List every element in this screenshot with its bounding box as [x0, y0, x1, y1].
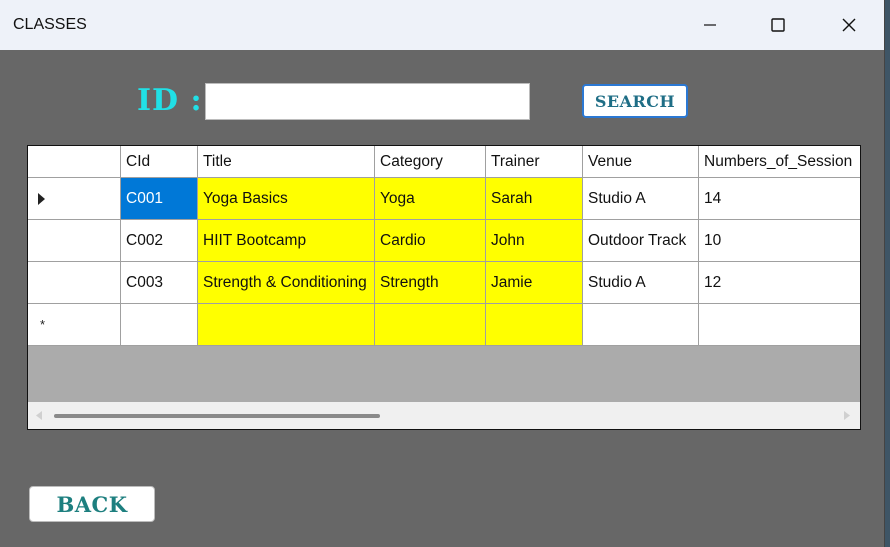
scroll-right-icon — [844, 411, 850, 420]
table-cell[interactable]: Yoga Basics — [198, 178, 375, 220]
grid-corner-header — [28, 146, 121, 178]
new-row-cell[interactable] — [486, 304, 583, 346]
classes-window: CLASSES ID : SEARCH CId Title Category Trai… — [0, 0, 885, 547]
row-header[interactable] — [28, 262, 121, 304]
title-bar: CLASSES — [0, 0, 884, 50]
table-cell[interactable]: C002 — [121, 220, 198, 262]
new-row-cell[interactable] — [699, 304, 860, 346]
new-row-cell[interactable] — [583, 304, 699, 346]
id-search-input[interactable] — [205, 83, 530, 120]
classes-data-grid[interactable]: CId Title Category Trainer Venue Numbers_of_S… — [27, 145, 861, 430]
window-title: CLASSES — [13, 16, 87, 33]
close-icon — [842, 18, 856, 32]
column-header-trainer[interactable]: Trainer — [486, 146, 583, 178]
maximize-icon — [771, 18, 785, 32]
table-cell[interactable]: Studio A — [583, 178, 699, 220]
table-cell[interactable]: C001 — [121, 178, 198, 220]
minimize-button[interactable] — [680, 0, 740, 50]
table-cell[interactable]: C003 — [121, 262, 198, 304]
horizontal-scrollbar[interactable] — [28, 402, 860, 429]
table-cell[interactable]: Strength — [375, 262, 486, 304]
new-row-header[interactable]: * — [28, 304, 121, 346]
current-row-arrow-icon — [38, 192, 45, 205]
table-cell[interactable]: Sarah — [486, 178, 583, 220]
maximize-button[interactable] — [748, 0, 808, 50]
scroll-left-icon — [36, 411, 42, 420]
column-header-category[interactable]: Category — [375, 146, 486, 178]
new-row-cell[interactable] — [198, 304, 375, 346]
table-cell[interactable]: 12 — [699, 262, 860, 304]
table-cell[interactable]: John — [486, 220, 583, 262]
back-button[interactable]: BACK — [29, 486, 155, 522]
table-cell[interactable]: Jamie — [486, 262, 583, 304]
table-cell[interactable]: HIIT Bootcamp — [198, 220, 375, 262]
row-header[interactable] — [28, 178, 121, 220]
column-header-numbers_of_session[interactable]: Numbers_of_Session — [699, 146, 860, 178]
scrollbar-thumb[interactable] — [54, 414, 380, 418]
table-cell[interactable]: Studio A — [583, 262, 699, 304]
table-cell[interactable]: Cardio — [375, 220, 486, 262]
row-header[interactable] — [28, 220, 121, 262]
column-header-cid[interactable]: CId — [121, 146, 198, 178]
column-header-title[interactable]: Title — [198, 146, 375, 178]
search-button[interactable]: SEARCH — [582, 84, 688, 118]
new-row-marker: * — [40, 317, 46, 332]
new-row-cell[interactable] — [121, 304, 198, 346]
close-button[interactable] — [819, 0, 879, 50]
column-header-venue[interactable]: Venue — [583, 146, 699, 178]
new-row-cell[interactable] — [375, 304, 486, 346]
table-cell[interactable]: Strength & Conditioning — [198, 262, 375, 304]
table-cell[interactable]: Yoga — [375, 178, 486, 220]
table-cell[interactable]: 14 — [699, 178, 860, 220]
table-cell[interactable]: 10 — [699, 220, 860, 262]
table-cell[interactable]: Outdoor Track — [583, 220, 699, 262]
id-label: ID : — [137, 83, 203, 118]
minimize-icon — [704, 24, 716, 26]
